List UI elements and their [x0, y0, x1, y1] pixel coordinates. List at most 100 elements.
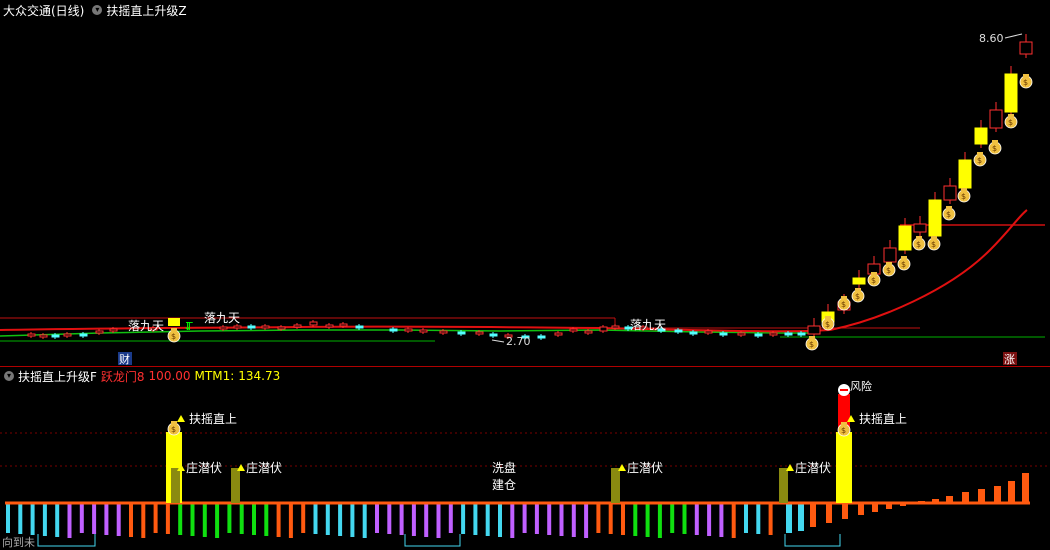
candle — [704, 330, 713, 334]
svg-text:$: $ — [825, 320, 830, 329]
momentum-bar — [18, 503, 23, 534]
momentum-bar — [719, 503, 724, 537]
momentum-bar — [301, 503, 306, 533]
cai-badge-text: 财 — [119, 352, 130, 366]
candle — [457, 331, 466, 335]
candle — [769, 332, 778, 336]
candle — [109, 328, 118, 332]
candle — [784, 332, 793, 336]
momentum-bar — [584, 503, 589, 538]
candle — [974, 127, 988, 145]
svg-text:$: $ — [886, 266, 891, 275]
momentum-bar — [239, 503, 244, 534]
signal-zqf-1: 庄潜伏 — [186, 460, 222, 475]
price-high-label: 8.60 — [979, 32, 1004, 45]
momentum-bar — [810, 503, 816, 527]
momentum-bar — [645, 503, 650, 537]
momentum-bar — [498, 503, 502, 537]
momentum-bar — [165, 503, 170, 534]
momentum-bar — [252, 503, 256, 535]
svg-text:$: $ — [171, 425, 176, 434]
momentum-bar — [387, 503, 392, 534]
zhang-badge-text: 涨 — [1004, 353, 1015, 366]
momentum-bar — [264, 503, 269, 536]
money-bag-icon: $ — [882, 262, 896, 277]
signal-jiancang: 建仓 — [492, 478, 516, 492]
momentum-bar — [962, 492, 969, 503]
candle — [39, 334, 48, 338]
candle — [797, 332, 806, 336]
signal-bar — [836, 432, 852, 503]
candle — [475, 331, 484, 335]
momentum-chart[interactable]: $ $ 扶摇直上 扶摇直上 庄潜伏 庄潜伏 庄潜伏 庄潜伏 洗盘 建仓 风险 向到… — [0, 366, 1050, 550]
momentum-bar — [1022, 473, 1029, 503]
momentum-bar — [350, 503, 355, 537]
svg-text:$: $ — [946, 210, 951, 219]
candle — [95, 330, 104, 334]
candle — [439, 330, 448, 334]
candle — [928, 199, 942, 237]
momentum-bar — [30, 503, 35, 535]
svg-text:$: $ — [841, 300, 846, 309]
svg-text:$: $ — [809, 340, 814, 349]
momentum-bar — [858, 503, 864, 515]
candle — [233, 325, 242, 329]
candle — [807, 325, 821, 335]
momentum-bar — [978, 489, 985, 503]
candle — [852, 277, 866, 285]
momentum-bar — [202, 503, 207, 537]
money-bag-icon: $ — [1019, 74, 1033, 89]
momentum-bar — [682, 503, 687, 534]
svg-text:$: $ — [931, 240, 936, 249]
momentum-bar — [756, 503, 761, 534]
money-bag-icon: $ — [167, 328, 181, 343]
candle — [419, 329, 428, 333]
momentum-bar — [141, 503, 146, 538]
candle — [1019, 41, 1033, 55]
momentum-bar — [768, 503, 773, 535]
candle — [719, 332, 728, 336]
momentum-bar — [448, 503, 453, 533]
candle — [898, 225, 912, 251]
candle — [689, 331, 698, 335]
momentum-bar — [67, 503, 72, 538]
indicator-panel[interactable]: ▾ 扶摇直上升级F 跃龙门8 100.00 MTM1: 134.73 $ $ 扶摇… — [0, 366, 1050, 550]
momentum-bar — [670, 503, 675, 533]
svg-text:$: $ — [855, 292, 860, 301]
svg-text:$: $ — [1008, 118, 1013, 127]
momentum-bar — [786, 503, 792, 533]
momentum-bar — [744, 503, 748, 533]
candle — [219, 326, 228, 330]
candle — [958, 159, 972, 189]
momentum-bar — [510, 503, 515, 538]
luo-jiu-tian-label-3: 落九天 — [630, 318, 666, 332]
momentum-bar — [325, 503, 330, 535]
candle — [51, 334, 60, 338]
momentum-bar — [55, 503, 60, 537]
signal-fyzs-1: 扶摇直上 — [189, 411, 237, 426]
candle — [261, 325, 270, 329]
candle — [489, 333, 498, 337]
signal-triangle-icon — [177, 415, 185, 422]
price-low-label: 2.70 — [506, 335, 531, 348]
momentum-bar — [707, 503, 712, 536]
momentum-bar — [79, 503, 84, 533]
candlestick-chart[interactable]: 8.60 2.70 落九天 落九天 落九天 ↓ T $$$$$$$$$ $$$$$… — [0, 0, 1050, 366]
svg-text:$: $ — [871, 276, 876, 285]
momentum-bar — [461, 503, 466, 534]
signal-triangle-icon — [237, 464, 245, 471]
money-bag-icon: $ — [973, 152, 987, 167]
money-bag-icon: $ — [927, 236, 941, 251]
candle — [754, 333, 763, 337]
svg-text:$: $ — [841, 426, 846, 435]
momentum-bar — [571, 503, 576, 537]
candle — [339, 323, 348, 327]
candle — [277, 326, 286, 330]
momentum-bar — [375, 503, 379, 533]
momentum-bar — [42, 503, 47, 536]
momentum-bar — [842, 503, 848, 519]
main-chart-panel[interactable]: 大众交通(日线) ▾ 扶摇直上升级Z 8.60 2.70 落九天 落九天 落九天… — [0, 0, 1050, 366]
momentum-bar — [485, 503, 490, 536]
svg-text:T: T — [185, 320, 193, 333]
momentum-bar — [92, 503, 97, 534]
